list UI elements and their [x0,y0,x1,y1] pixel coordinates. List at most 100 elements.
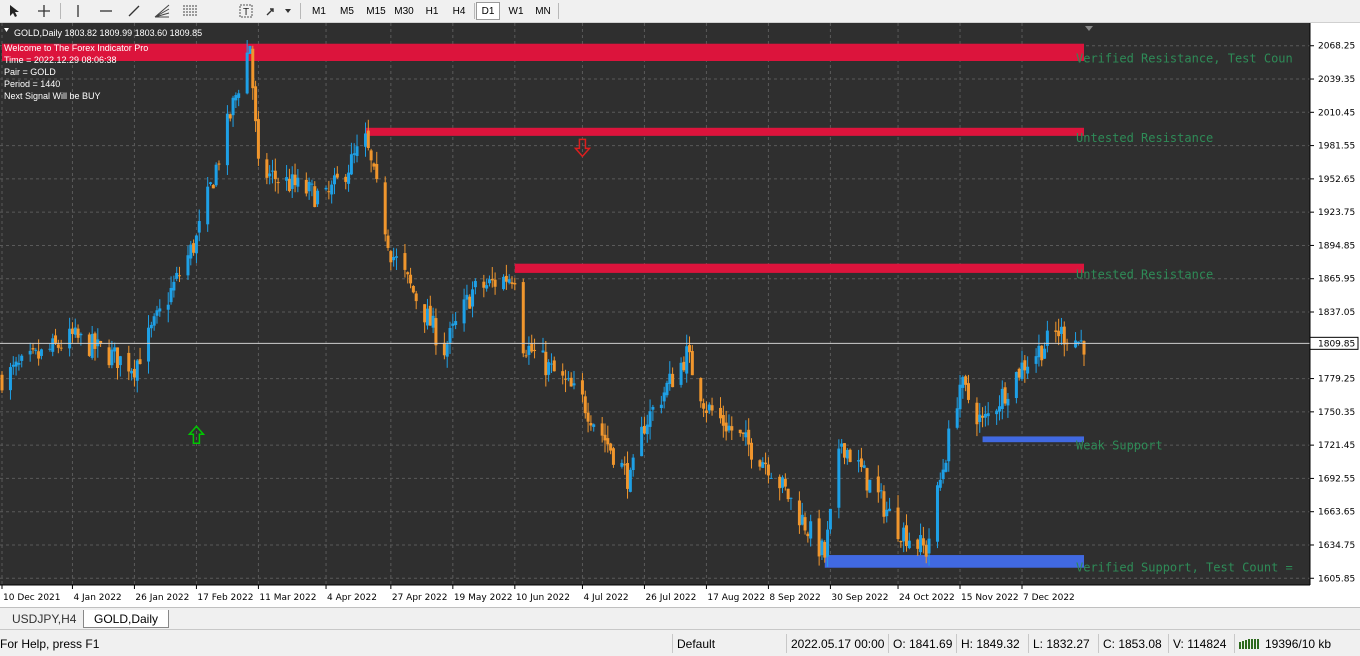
candle-body[interactable] [11,364,15,367]
candle-body[interactable] [707,404,711,411]
candle-body[interactable] [403,253,407,270]
candle-body[interactable] [921,538,925,546]
candle-body[interactable] [487,279,491,284]
candle-body[interactable] [961,377,965,388]
candle-body[interactable] [809,521,813,539]
candle-body[interactable] [626,463,630,489]
candle-body[interactable] [107,347,111,366]
candle-body[interactable] [166,304,170,310]
candle-body[interactable] [172,281,176,291]
candle-body[interactable] [769,477,773,479]
candle-body[interactable] [332,175,336,185]
tab-usdjpy-h4[interactable]: USDJPY,H4 [2,610,86,628]
candle-body[interactable] [375,164,379,180]
support-zone[interactable] [824,555,1084,568]
candle-body[interactable] [462,299,466,324]
candle-body[interactable] [70,328,74,334]
candle-body[interactable] [273,170,277,180]
candle-body[interactable] [924,544,928,557]
candle-body[interactable] [868,479,872,493]
candle-body[interactable] [355,146,359,156]
candle-body[interactable] [192,243,196,253]
candle-body[interactable] [600,423,604,436]
candle-body[interactable] [502,276,506,290]
candle-body[interactable] [547,362,551,375]
candle-body[interactable] [324,187,328,190]
candle-body[interactable] [76,328,80,338]
candle-body[interactable] [665,382,669,396]
candle-body[interactable] [414,293,418,302]
candle-body[interactable] [152,316,156,326]
candle-body[interactable] [862,465,866,468]
candle-body[interactable] [211,185,215,189]
candle-body[interactable] [738,429,742,434]
timeframe-m30-button[interactable]: M30 [390,2,418,20]
candle-body[interactable] [564,378,568,380]
timeframe-h1-button[interactable]: H1 [419,2,445,20]
candle-body[interactable] [966,383,970,400]
candle-body[interactable] [916,539,920,549]
candle-body[interactable] [935,485,939,542]
candle-body[interactable] [116,347,120,369]
candle-body[interactable] [778,476,782,489]
candle-body[interactable] [642,425,646,434]
candle-body[interactable] [628,469,632,492]
candle-body[interactable] [51,338,55,352]
candle-body[interactable] [135,360,139,381]
candle-body[interactable] [702,403,706,409]
candle-body[interactable] [56,344,60,348]
candle-body[interactable] [392,256,396,261]
fibonacci-icon[interactable] [180,2,200,20]
candle-body[interactable] [39,349,43,356]
trendline-icon[interactable] [124,2,144,20]
candle-body[interactable] [132,368,136,378]
candle-body[interactable] [386,235,390,248]
candle-body[interactable] [919,535,923,553]
candle-body[interactable] [0,374,4,391]
candle-body[interactable] [127,352,131,372]
candle-body[interactable] [837,448,841,508]
candle-body[interactable] [840,443,844,447]
candle-body[interactable] [552,360,556,372]
candle-body[interactable] [169,287,173,303]
candle-body[interactable] [761,462,765,468]
candle-body[interactable] [947,428,951,462]
candle-body[interactable] [1040,345,1044,361]
candle-body[interactable] [369,150,373,161]
candle-body[interactable] [473,280,477,288]
candle-body[interactable] [504,275,508,282]
price-chart[interactable]: Verified Resistance, Test Coun Untested R… [0,23,1360,607]
candle-body[interactable] [48,348,52,350]
candle-body[interactable] [704,410,708,413]
candle-body[interactable] [59,347,63,349]
candle-body[interactable] [603,434,607,441]
candle-body[interactable] [1059,326,1063,334]
candle-body[interactable] [640,426,644,457]
candle-body[interactable] [237,93,241,98]
candle-body[interactable] [34,349,38,351]
candle-body[interactable] [214,164,218,186]
candle-body[interactable] [620,462,624,467]
candle-body[interactable] [217,163,221,165]
candle-body[interactable] [975,402,979,425]
candle-body[interactable] [572,383,576,386]
candle-body[interactable] [1079,340,1083,342]
candle-body[interactable] [902,527,906,542]
candle-body[interactable] [428,305,432,326]
candle-body[interactable] [186,255,190,276]
candle-body[interactable] [699,378,703,402]
fibonacci-fan-icon[interactable] [152,2,172,20]
candle-body[interactable] [995,410,999,415]
candle-body[interactable] [330,184,334,195]
candle-body[interactable] [206,186,210,225]
candle-body[interactable] [344,176,348,182]
candle-body[interactable] [17,363,21,365]
candle-body[interactable] [130,370,134,374]
candle-body[interactable] [423,304,427,323]
candle-body[interactable] [14,361,18,367]
candle-body[interactable] [1074,340,1078,348]
candle-body[interactable] [631,457,635,471]
candle-body[interactable] [1037,345,1041,358]
connection-status[interactable]: 19396/10 kb [1234,634,1360,653]
candle-body[interactable] [679,362,683,385]
